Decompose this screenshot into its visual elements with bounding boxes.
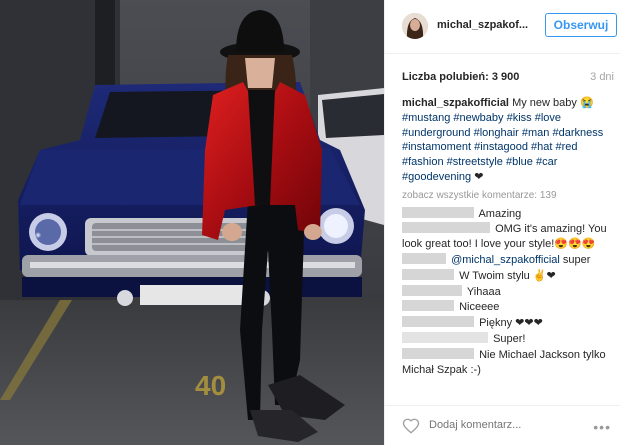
hashtag[interactable]: #instagood	[474, 141, 528, 153]
blurred-username	[402, 316, 474, 328]
hashtag[interactable]: #instamoment	[402, 141, 471, 153]
caption-hashtags: #mustang #newbaby #kiss #love #undergrou…	[402, 112, 603, 183]
post-footer: •••	[385, 405, 620, 445]
comment-text: Niceeee	[459, 301, 500, 314]
avatar[interactable]	[402, 13, 428, 39]
comment-text: Piękny ❤❤❤	[479, 317, 543, 330]
comment-text: super	[562, 253, 591, 266]
blurred-username	[402, 268, 454, 280]
hashtag[interactable]: #hat	[531, 141, 552, 153]
hashtag[interactable]: #streetstyle	[447, 156, 503, 168]
hashtag[interactable]: #mustang	[402, 112, 450, 124]
hashtag[interactable]: #newbaby	[453, 112, 503, 124]
comment-input[interactable]	[429, 419, 569, 431]
like-heart-icon[interactable]	[402, 417, 420, 435]
comment-text: Amazing	[478, 207, 522, 220]
comment-row: Niceeee	[402, 300, 616, 315]
blurred-username	[402, 284, 462, 296]
header-username[interactable]: michal_szpakof...	[437, 19, 537, 31]
avatar-image	[402, 13, 428, 39]
more-options-icon[interactable]: •••	[593, 419, 611, 435]
comment-mention[interactable]: @michal_szpakofficial	[451, 254, 560, 266]
post-sidebar: michal_szpakof... Obserwuj Liczba polubi…	[384, 0, 620, 445]
comment-row: Piękny ❤❤❤	[402, 316, 616, 331]
comment-row: Nie Michael Jackson tylko Michał Szpak :…	[402, 347, 616, 378]
hashtag[interactable]: #car	[536, 156, 557, 168]
post-caption: michal_szpakofficial My new baby 😭 #must…	[402, 96, 616, 185]
instagram-post: 40 michal_szpakof... Obserwuj Liczba pol…	[0, 0, 620, 445]
blurred-username	[402, 252, 446, 264]
comment-row: Amazing	[402, 206, 616, 222]
post-time[interactable]: 3 dni	[590, 71, 614, 83]
likes-count[interactable]: Liczba polubień: 3 900	[402, 71, 519, 83]
blurred-username	[402, 300, 454, 312]
hashtag[interactable]: #fashion	[402, 156, 444, 168]
hashtag[interactable]: #darkness	[553, 127, 604, 139]
comment-text: W Twoim stylu ✌❤	[459, 269, 556, 282]
view-all-comments-link[interactable]: zobacz wszystkie komentarze: 139	[402, 189, 616, 204]
blurred-username	[402, 222, 490, 234]
hashtag[interactable]: #man	[522, 127, 550, 139]
post-header: michal_szpakof... Obserwuj	[385, 0, 620, 54]
photo-image: 40	[0, 0, 384, 445]
caption-emoji: 😭	[579, 97, 594, 109]
hashtag[interactable]: #blue	[506, 156, 533, 168]
blurred-username	[402, 331, 488, 343]
hashtag[interactable]: #goodevening	[402, 171, 471, 183]
comment-text: Yihaaa	[466, 285, 501, 298]
caption-text: My new baby	[512, 97, 577, 109]
hashtag[interactable]: #kiss	[507, 112, 532, 124]
hashtag[interactable]: #underground	[402, 127, 471, 139]
hashtag[interactable]: #red	[556, 141, 578, 153]
hashtag[interactable]: #longhair	[474, 127, 519, 139]
comment-row: OMG it's amazing! You look great too! I …	[402, 222, 616, 252]
comment-row: Yihaaa	[402, 284, 616, 300]
comment-row: W Twoim stylu ✌❤	[402, 268, 616, 284]
parking-number-text: 40	[195, 370, 226, 401]
follow-button[interactable]: Obserwuj	[545, 13, 617, 37]
post-photo[interactable]: 40	[0, 0, 384, 445]
comments-section: michal_szpakofficial My new baby 😭 #must…	[402, 96, 616, 378]
blurred-username	[402, 206, 474, 218]
caption-heart: ❤	[474, 170, 484, 183]
blurred-username	[402, 347, 474, 359]
comment-text: Super!	[493, 332, 526, 345]
caption-username[interactable]: michal_szpakofficial	[402, 97, 509, 109]
heart-icon-svg	[402, 418, 420, 434]
comment-row: @michal_szpakofficial super	[402, 252, 616, 268]
comment-row: Super!	[402, 331, 616, 347]
hashtag[interactable]: #love	[535, 112, 561, 124]
